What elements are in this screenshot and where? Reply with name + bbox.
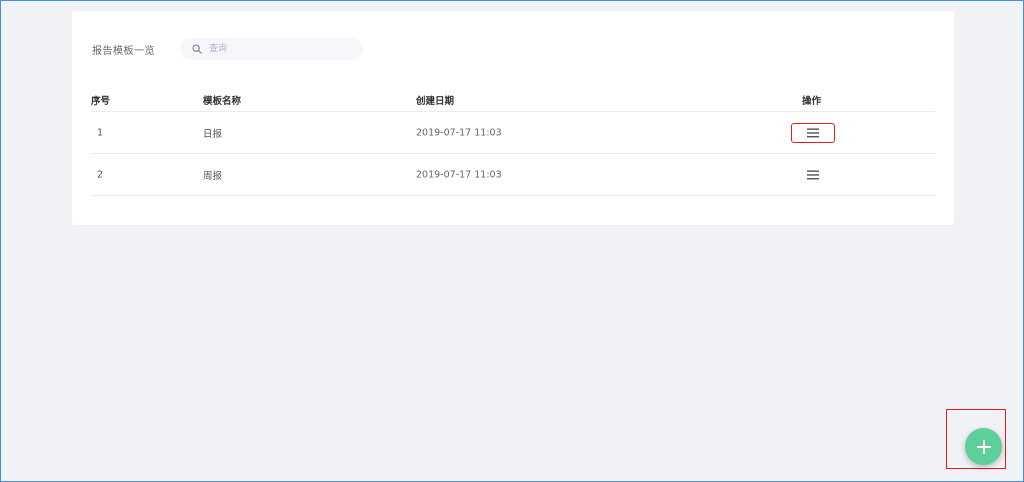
template-list-card: 报告模板一览 序号 模板名称 创建日期 操作 1 日报 2019-07-17 1… — [72, 11, 954, 225]
search-box[interactable] — [180, 38, 363, 60]
row-index: 2 — [97, 169, 104, 180]
row-template-name: 周报 — [203, 170, 223, 182]
page-title: 报告模板一览 — [92, 46, 155, 57]
row-template-name: 日报 — [203, 128, 223, 140]
table-row: 2 周报 2019-07-17 11:03 — [91, 154, 935, 196]
app-frame: 报告模板一览 序号 模板名称 创建日期 操作 1 日报 2019-07-17 1… — [0, 0, 1024, 482]
column-header-date: 创建日期 — [416, 96, 455, 107]
row-index: 1 — [97, 127, 104, 138]
column-header-index: 序号 — [91, 96, 111, 107]
column-header-name: 模板名称 — [203, 96, 242, 107]
column-header-action: 操作 — [802, 96, 822, 107]
menu-icon — [807, 128, 819, 137]
search-input[interactable] — [207, 43, 361, 55]
row-menu-button[interactable] — [791, 165, 835, 185]
row-created-date: 2019-07-17 11:03 — [416, 169, 502, 180]
plus-icon — [976, 439, 991, 454]
table-header: 序号 模板名称 创建日期 操作 — [91, 89, 935, 112]
menu-icon — [807, 170, 819, 179]
row-menu-button[interactable] — [791, 122, 835, 143]
row-created-date: 2019-07-17 11:03 — [416, 127, 502, 138]
search-icon — [192, 44, 202, 54]
table-row: 1 日报 2019-07-17 11:03 — [91, 112, 935, 154]
add-template-button[interactable] — [965, 428, 1002, 465]
template-table: 序号 模板名称 创建日期 操作 1 日报 2019-07-17 11:03 2 … — [91, 89, 935, 196]
